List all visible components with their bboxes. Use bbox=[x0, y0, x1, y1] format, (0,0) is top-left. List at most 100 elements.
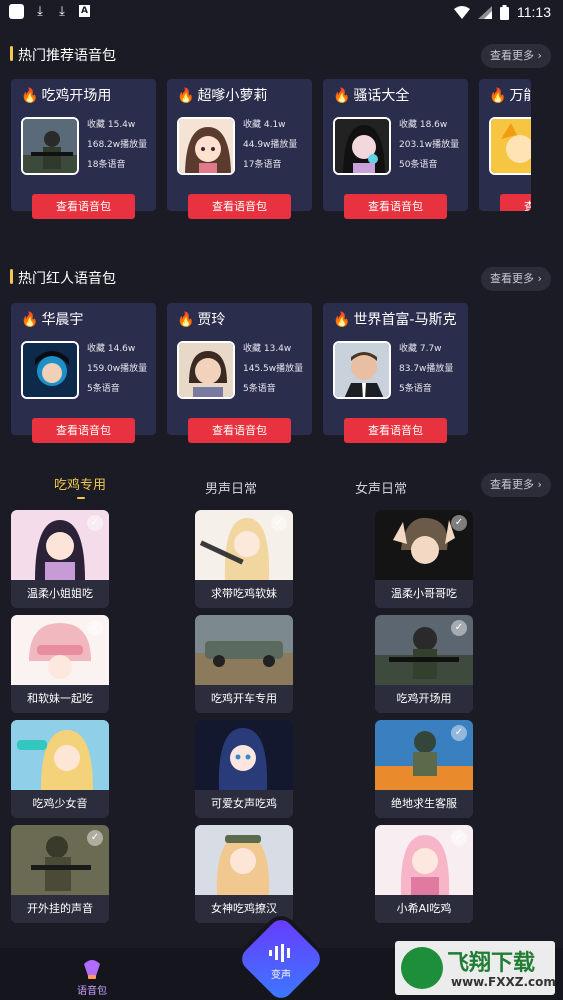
fire-icon: 🔥 bbox=[333, 88, 351, 104]
voice-tile[interactable]: ✓ 温柔小哥哥吃 bbox=[375, 510, 473, 608]
pack-favorites: 收藏 15.4w bbox=[87, 120, 136, 130]
download-icon: ⤓ bbox=[37, 4, 43, 19]
tab-female-daily[interactable]: 女声日常 bbox=[355, 478, 407, 497]
pack-title: 🔥 骚话大全 bbox=[333, 85, 409, 105]
pack-favorites: 收藏 4.1w bbox=[243, 120, 286, 130]
voice-caption: 绝地求生客服 bbox=[375, 790, 473, 818]
pack-name: 贾玲 bbox=[197, 312, 226, 328]
pack-card[interactable]: 🔥 骚话大全 收藏 18.6w 203.1w播放量 50条语音 查看语音包 bbox=[323, 79, 468, 219]
check-icon[interactable]: ✓ bbox=[87, 620, 103, 636]
nav-voice-pack[interactable]: 语音包 bbox=[70, 982, 114, 997]
pack-card[interactable]: 🔥万能游戏 查看语音包 bbox=[479, 79, 531, 211]
fire-icon: 🔥 bbox=[21, 88, 39, 104]
view-pack-button[interactable]: 查看语音包 bbox=[188, 194, 291, 219]
pack-stats: 收藏 13.4w 145.5w播放量 5条语音 bbox=[243, 339, 303, 399]
check-icon[interactable]: ✓ bbox=[271, 515, 287, 531]
pack-avatar bbox=[333, 341, 391, 399]
voice-art bbox=[195, 825, 293, 895]
pack-avatar bbox=[21, 117, 79, 175]
voice-tile[interactable]: ✓ 和软妹一起吃 bbox=[11, 615, 109, 713]
status-bar: ⤓ ⤓ A 11:13 bbox=[0, 0, 563, 26]
tab-male-daily[interactable]: 男声日常 bbox=[205, 478, 257, 497]
pack-avatar bbox=[177, 117, 235, 175]
voice-tile[interactable]: ✓ 小希AI吃鸡 bbox=[375, 825, 473, 923]
voice-tile[interactable]: ✓ 开外挂的声音 bbox=[11, 825, 109, 923]
check-icon[interactable]: ✓ bbox=[451, 725, 467, 741]
voice-art bbox=[195, 720, 293, 790]
pack-stats: 收藏 4.1w 44.9w播放量 17条语音 bbox=[243, 115, 297, 175]
pack-count: 5条语音 bbox=[243, 384, 276, 394]
pack-card[interactable]: 🔥 贾玲 收藏 13.4w 145.5w播放量 5条语音 查看语音包 bbox=[167, 303, 312, 443]
view-pack-button[interactable]: 查看语音包 bbox=[32, 418, 135, 443]
pack-favorites: 收藏 7.7w bbox=[399, 344, 442, 354]
voice-tile[interactable]: ✓ 温柔小姐姐吃 bbox=[11, 510, 109, 608]
pack-plays: 159.0w播放量 bbox=[87, 364, 148, 374]
pack-card[interactable]: 🔥 华晨宇 收藏 14.6w 159.0w播放量 5条语音 查看语音包 bbox=[11, 303, 156, 443]
watermark: 飞翔下载 www.FXXZ.com bbox=[395, 941, 556, 995]
view-pack-button[interactable]: 查看语音包 bbox=[32, 194, 135, 219]
pack-card[interactable]: 🔥 超嗲小萝莉 收藏 4.1w 44.9w播放量 17条语音 查看语音包 bbox=[167, 79, 312, 219]
pack-name: 世界首富-马斯克 bbox=[353, 312, 457, 328]
more-button-hot-packs[interactable]: 查看更多 › bbox=[481, 44, 551, 68]
wifi-icon bbox=[454, 5, 470, 19]
nav-voice-changer[interactable]: 变声 bbox=[256, 966, 306, 981]
pack-stats: 收藏 18.6w 203.1w播放量 50条语音 bbox=[399, 115, 459, 175]
view-pack-button[interactable]: 查看语音包 bbox=[500, 194, 531, 211]
voice-caption: 吃鸡少女音 bbox=[11, 790, 109, 818]
voice-tile[interactable]: 可爱女声吃鸡 bbox=[195, 720, 293, 818]
voice-caption: 吃鸡开车专用 bbox=[195, 685, 293, 713]
pack-plays: 168.2w播放量 bbox=[87, 140, 148, 150]
pack-count: 50条语音 bbox=[399, 160, 438, 170]
check-icon[interactable]: ✓ bbox=[451, 830, 467, 846]
pack-count: 17条语音 bbox=[243, 160, 282, 170]
voice-tile[interactable]: 吃鸡开车专用 bbox=[195, 615, 293, 713]
check-icon[interactable]: ✓ bbox=[87, 515, 103, 531]
pack-stats: 收藏 15.4w 168.2w播放量 18条语音 bbox=[87, 115, 147, 175]
fire-icon: 🔥 bbox=[177, 88, 195, 104]
pack-title: 🔥 吃鸡开场用 bbox=[21, 85, 111, 105]
view-pack-button[interactable]: 查看语音包 bbox=[344, 194, 447, 219]
pack-name: 超嗲小萝莉 bbox=[197, 88, 268, 104]
pack-count: 18条语音 bbox=[87, 160, 126, 170]
pack-avatar bbox=[333, 117, 391, 175]
voice-tile[interactable]: ✓ 绝地求生客服 bbox=[375, 720, 473, 818]
voice-tile[interactable]: 吃鸡少女音 bbox=[11, 720, 109, 818]
section-title-hot-packs: 热门推荐语音包 bbox=[10, 45, 116, 65]
pack-card[interactable]: 🔥 吃鸡开场用 收藏 15.4w 168.2w播放量 18条语音 查看语音包 bbox=[11, 79, 156, 219]
clock: 11:13 bbox=[517, 4, 551, 20]
voice-caption: 温柔小姐姐吃 bbox=[11, 580, 109, 608]
fire-icon: 🔥 bbox=[333, 312, 351, 328]
pack-favorites: 收藏 13.4w bbox=[243, 344, 292, 354]
voice-tile[interactable]: 女神吃鸡撩汉 bbox=[195, 825, 293, 923]
celebrity-packs-row: 🔥 华晨宇 收藏 14.6w 159.0w播放量 5条语音 查看语音包 🔥 贾玲 收… bbox=[11, 303, 468, 443]
pack-favorites: 收藏 18.6w bbox=[399, 120, 448, 130]
view-pack-button[interactable]: 查看语音包 bbox=[344, 418, 447, 443]
check-icon[interactable]: ✓ bbox=[87, 830, 103, 846]
pack-avatar bbox=[21, 341, 79, 399]
more-label: 查看更多 bbox=[490, 478, 535, 491]
pack-name: 万能游戏 bbox=[509, 88, 531, 104]
check-icon[interactable]: ✓ bbox=[451, 620, 467, 636]
view-pack-button[interactable]: 查看语音包 bbox=[188, 418, 291, 443]
pack-card[interactable]: 🔥 世界首富-马斯克 收藏 7.7w 83.7w播放量 5条语音 查看语音包 bbox=[323, 303, 468, 443]
pack-title: 🔥 世界首富-马斯克 bbox=[333, 309, 457, 329]
fire-icon: 🔥 bbox=[177, 312, 195, 328]
more-button-celebrity-packs[interactable]: 查看更多 › bbox=[481, 267, 551, 291]
voice-pack-nav-icon[interactable] bbox=[81, 956, 103, 980]
voice-caption: 温柔小哥哥吃 bbox=[375, 580, 473, 608]
tab-chicken[interactable]: 吃鸡专用 bbox=[54, 474, 106, 493]
soundwave-icon bbox=[269, 944, 290, 962]
watermark-title: 飞翔下载 bbox=[447, 951, 536, 976]
status-right: 11:13 bbox=[454, 3, 551, 21]
check-icon[interactable]: ✓ bbox=[451, 515, 467, 531]
more-button-voices[interactable]: 查看更多 › bbox=[481, 473, 551, 497]
font-notification-icon: A bbox=[79, 5, 90, 17]
voice-tile[interactable]: ✓ 求带吃鸡软妹 bbox=[195, 510, 293, 608]
voice-caption: 和软妹一起吃 bbox=[11, 685, 109, 713]
signal-icon bbox=[478, 5, 492, 19]
pack-favorites: 收藏 14.6w bbox=[87, 344, 136, 354]
category-tabs: 吃鸡专用 男声日常 女声日常 bbox=[0, 474, 563, 504]
voice-tile[interactable]: ✓ 吃鸡开场用 bbox=[375, 615, 473, 713]
pack-avatar bbox=[177, 341, 235, 399]
voice-caption: 女神吃鸡撩汉 bbox=[195, 895, 293, 923]
